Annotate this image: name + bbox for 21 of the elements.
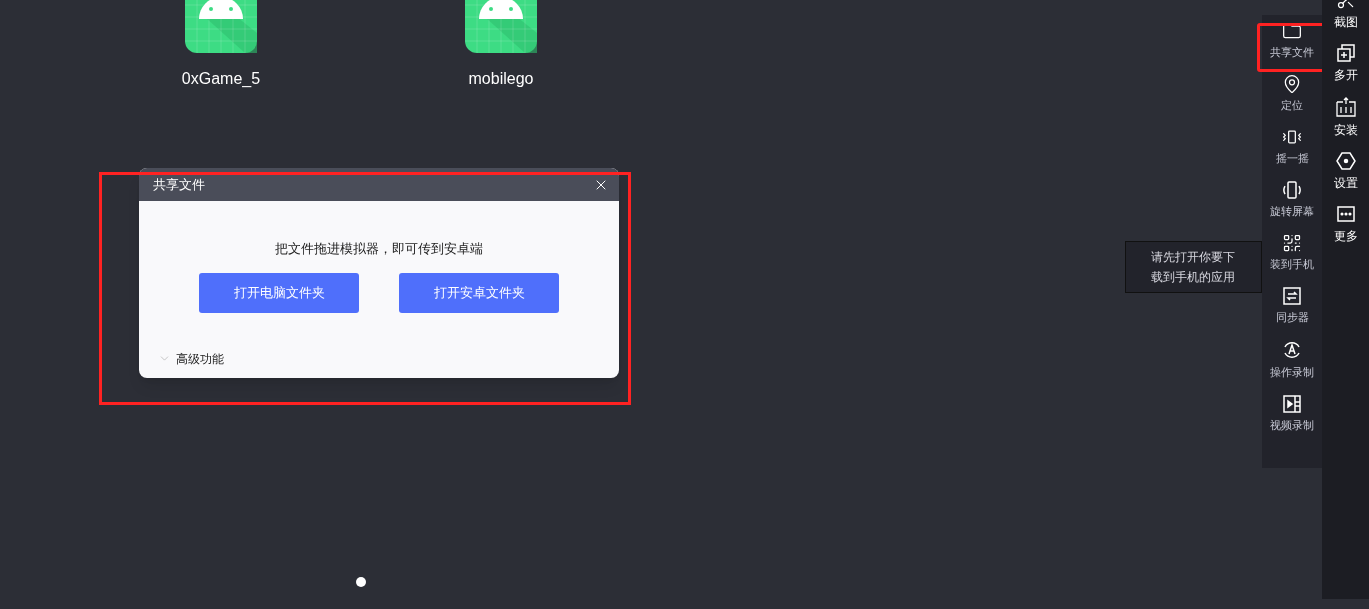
open-folder-button[interactable]: 打开安卓文件夹 [399,272,559,313]
dialog-title: 共享文件 [153,175,205,194]
tool-button[interactable]: 装到手机 [1262,233,1322,272]
tool-button[interactable]: 旋转屏幕 [1262,180,1322,219]
tool-button[interactable]: 定位 [1262,74,1322,113]
tool-button[interactable]: 操作录制 [1262,339,1322,380]
dialog-message: 把文件拖进模拟器，即可传到安卓端 [275,240,483,258]
toolbar-button[interactable]: 设置 [1333,151,1358,190]
advanced-toggle[interactable]: 高级功能 [158,349,224,368]
tool-button[interactable]: 视频录制 [1262,394,1322,433]
app-name: 0xGame_5 [181,69,261,89]
open-folder-button[interactable]: 打开电脑文件夹 [199,272,359,313]
tool-button[interactable]: 同步器 [1262,286,1322,325]
tooltip-text: 请先打开你要下载到手机的应用 [1150,249,1236,286]
tool-button[interactable]: 摇一摇 [1262,127,1322,166]
tool-button[interactable]: 共享文件 [1262,21,1322,60]
app-name: mobilego [468,69,534,89]
toolbar-button[interactable]: 截图 [1333,0,1358,29]
toolbar-button[interactable]: 更多 [1333,204,1358,243]
toolbar-button[interactable]: 多开 [1333,43,1358,82]
toolbar-button[interactable]: 安装 [1333,96,1358,137]
